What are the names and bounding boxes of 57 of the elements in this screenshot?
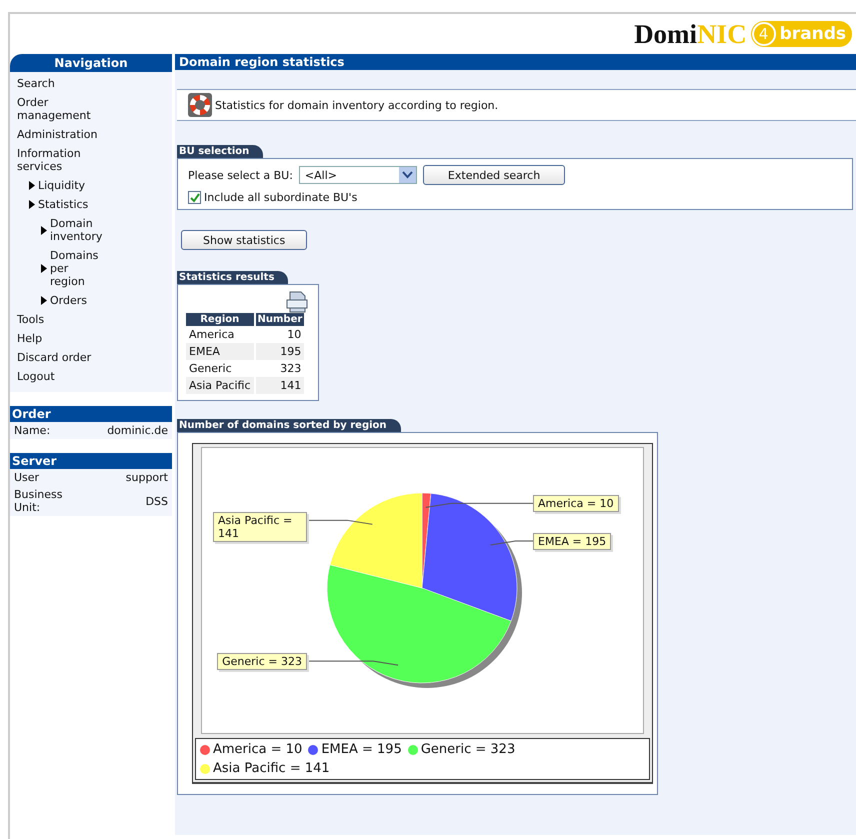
section-header: Statistics results xyxy=(177,271,288,284)
nav-link[interactable]: Domain inventory xyxy=(10,214,101,246)
triangle-icon xyxy=(41,296,47,305)
nav-link[interactable]: Logout xyxy=(10,367,117,386)
checkbox-label: Include all subordinate BU's xyxy=(204,191,358,204)
legend-item: Generic = 323 xyxy=(408,742,516,757)
nav-link[interactable]: Help xyxy=(10,329,117,348)
checkbox[interactable] xyxy=(188,191,201,204)
legend-item: EMEA = 195 xyxy=(308,742,402,757)
nav-link[interactable]: Order management xyxy=(10,93,117,125)
triangle-icon xyxy=(29,200,35,209)
column-header: Region xyxy=(186,313,254,326)
nav-link[interactable]: Tools xyxy=(10,310,117,329)
triangle-icon xyxy=(29,181,35,190)
info-text: Statistics for domain inventory according to region. xyxy=(215,98,498,112)
panel-header: Order xyxy=(10,406,172,422)
table-cell: 141 xyxy=(256,377,304,394)
table-cell: EMEA xyxy=(186,343,254,360)
triangle-icon xyxy=(41,226,47,234)
field-value: dominic.de xyxy=(107,424,168,437)
section-header: Number of domains sorted by region xyxy=(177,419,401,432)
data-label: EMEA = 195 xyxy=(533,533,612,550)
nav-link[interactable]: Liquidity xyxy=(10,176,129,195)
extended-search-button[interactable]: Extended search xyxy=(422,165,566,185)
lifebuoy-icon xyxy=(187,92,213,118)
leader-line xyxy=(306,520,373,525)
bu-select[interactable]: <All> xyxy=(298,166,417,184)
nav-link[interactable]: Discard order xyxy=(10,348,117,367)
data-label: America = 10 xyxy=(533,495,619,512)
show-statistics-button[interactable]: Show statistics xyxy=(181,230,308,250)
logo: DomiNIC 4 brands xyxy=(634,18,852,50)
field-label: User xyxy=(14,471,40,484)
leader-line xyxy=(490,540,534,546)
panel-header: Server xyxy=(10,453,172,469)
nav-link[interactable]: Information services xyxy=(10,144,117,176)
legend-item: Asia Pacific = 141 xyxy=(200,761,330,776)
section-header: BU selection xyxy=(177,145,264,158)
triangle-icon xyxy=(41,264,47,273)
nav-link[interactable]: Statistics xyxy=(10,195,129,214)
dropdown-icon xyxy=(398,167,416,183)
field-value: support xyxy=(126,471,168,484)
page-title: Domain region statistics xyxy=(175,54,856,70)
field-label: Name: xyxy=(14,424,50,437)
data-label: Asia Pacific = 141 xyxy=(213,512,307,542)
table-cell: Asia Pacific xyxy=(186,377,254,394)
column-header: Number xyxy=(256,313,304,326)
nav-link[interactable]: Search xyxy=(10,74,117,93)
field-label: Business Unit: xyxy=(14,488,64,514)
field-value: DSS xyxy=(146,494,168,508)
legend-item: America = 10 xyxy=(200,742,302,757)
navigation-header: Navigation xyxy=(10,54,172,72)
nav-link[interactable]: Orders xyxy=(10,291,101,310)
field-label: Please select a BU: xyxy=(188,168,293,182)
table-cell: 195 xyxy=(256,343,304,360)
nav-link[interactable]: Domains per region xyxy=(10,246,101,291)
nav-link[interactable]: Administration xyxy=(10,125,117,144)
data-label: Generic = 323 xyxy=(217,653,307,670)
